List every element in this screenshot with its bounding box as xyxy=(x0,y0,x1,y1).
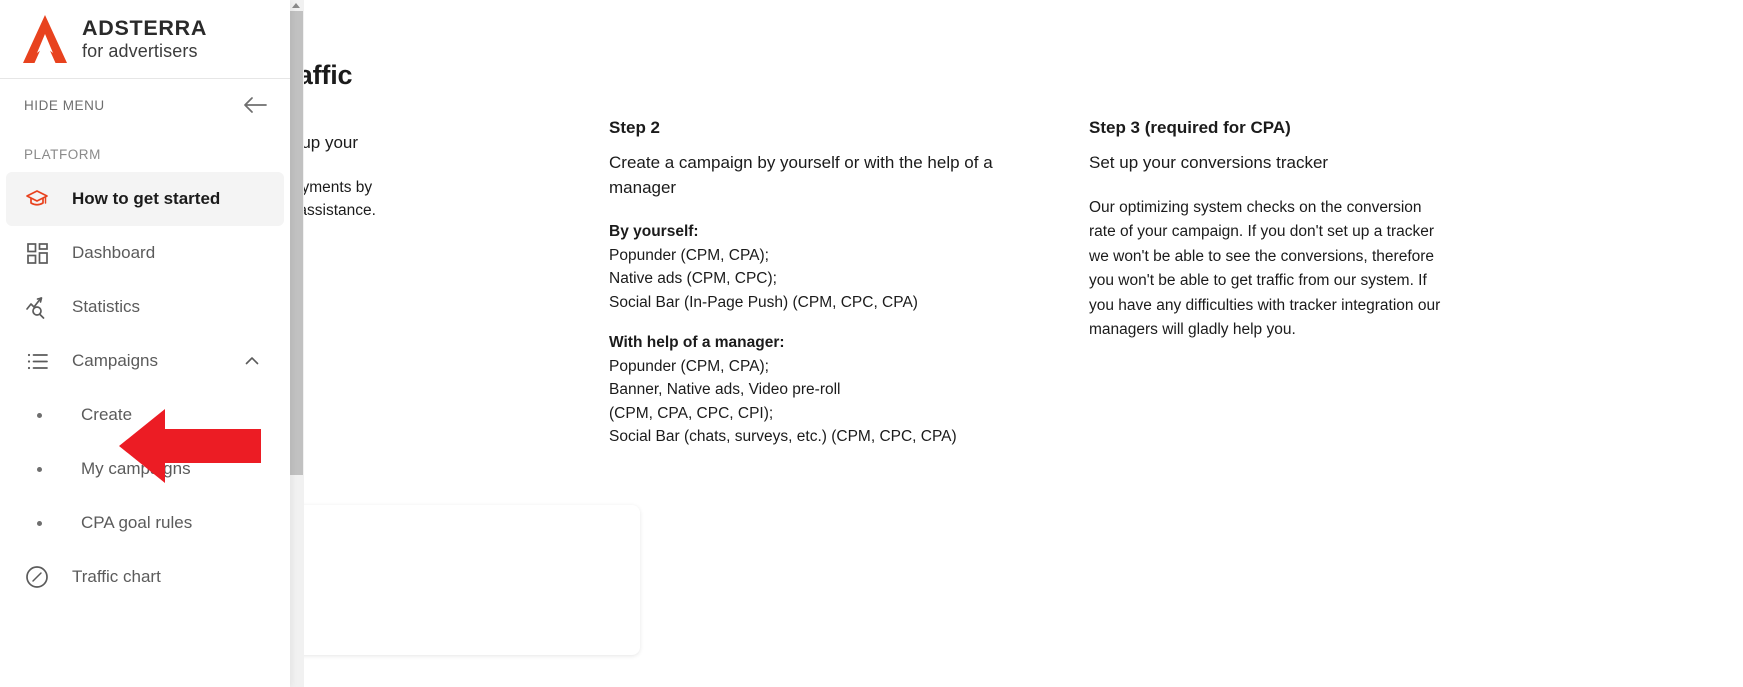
step-2-group1-title: By yourself: xyxy=(609,223,699,240)
step-2-label: Step 2 xyxy=(609,118,661,137)
sidebar-item-traffic-chart[interactable]: Traffic chart xyxy=(0,550,290,604)
step-2-heading: Create a campaign by yourself or with th… xyxy=(609,153,993,197)
bullet-dot-icon xyxy=(37,412,42,418)
chart-search-icon xyxy=(24,294,50,320)
sidebar-item-label: Traffic chart xyxy=(72,567,161,586)
graduation-cap-icon xyxy=(24,186,50,212)
sidebar-subitem-cpa-goal-rules[interactable]: CPA goal rules xyxy=(0,496,290,550)
sidebar-subitem-create[interactable]: Create xyxy=(0,388,290,442)
step-3-label: Step 3 (required for CPA) xyxy=(1089,118,1291,137)
step-column-3: Step 3 (required for CPA) Set up your co… xyxy=(1089,118,1489,449)
sidebar-item-dashboard[interactable]: Dashboard xyxy=(0,226,290,280)
brand-text: ADSTERRA for advertisers xyxy=(82,16,207,62)
sidebar-item-statistics[interactable]: Statistics xyxy=(0,280,290,334)
sidebar-section-label: PLATFORM xyxy=(24,147,101,162)
step-2-group2-title: With help of a manager: xyxy=(609,334,785,351)
app-window: start getting traffic ayment method and … xyxy=(0,0,1743,687)
hide-menu-label: HIDE MENU xyxy=(24,97,105,113)
sidebar-subitem-label: CPA goal rules xyxy=(81,513,193,532)
step-2-group2-line: Banner, Native ads, Video pre-roll xyxy=(609,381,841,398)
bullet-dot-icon xyxy=(37,520,42,526)
step-2-group2-line: Social Bar (chats, surveys, etc.) (CPM, … xyxy=(609,428,957,445)
brand-name: ADSTERRA xyxy=(82,16,208,40)
sidebar: ADSTERRA for advertisers HIDE MENU PLATF… xyxy=(0,0,290,687)
adsterra-logo-icon xyxy=(23,15,67,63)
step-2-group2-line: Popunder (CPM, CPA); xyxy=(609,357,769,375)
step-column-2: Step 2 Create a campaign by yourself or … xyxy=(609,118,1089,449)
steps-container: ayment method and top up your nods allow… xyxy=(118,118,1718,449)
sidebar-item-how-to-get-started[interactable]: How to get started xyxy=(6,172,284,226)
list-icon xyxy=(24,348,50,374)
sidebar-subitem-label: Create xyxy=(81,405,133,424)
sidebar-item-label: How to get started xyxy=(72,189,221,208)
hide-menu-button[interactable]: HIDE MENU xyxy=(0,79,290,131)
step-3-paragraph: Our optimizing system checks on the conv… xyxy=(1089,198,1441,339)
grid-squares-icon xyxy=(24,240,50,266)
step-2-group1-line: Popunder (CPM, CPA); xyxy=(609,246,769,264)
step-2-group2-line: (CPM, CPA, CPC, CPI); xyxy=(609,404,774,422)
sidebar-item-label: Statistics xyxy=(72,297,141,316)
scrollbar-thumb[interactable] xyxy=(290,11,303,475)
main-scrollbar[interactable] xyxy=(289,0,304,687)
arrow-left-icon xyxy=(244,97,267,113)
scroll-up-arrow-icon[interactable] xyxy=(289,0,304,10)
chevron-up-icon[interactable] xyxy=(244,353,260,369)
step-2-group1-line: Native ads (CPM, CPC); xyxy=(609,270,777,287)
sidebar-subitem-my-campaigns[interactable]: My campaigns xyxy=(0,442,290,496)
brand-subtitle: for advertisers xyxy=(82,41,198,61)
sidebar-item-label: Dashboard xyxy=(72,243,156,262)
compass-icon xyxy=(24,564,50,590)
sidebar-item-label: Campaigns xyxy=(72,351,158,370)
step-3-heading: Set up your conversions tracker xyxy=(1089,153,1329,172)
bullet-dot-icon xyxy=(37,466,42,472)
brand-logo-block[interactable]: ADSTERRA for advertisers xyxy=(0,0,290,78)
sidebar-subitem-label: My campaigns xyxy=(81,459,191,478)
step-2-group1-line: Social Bar (In-Page Push) (CPM, CPC, CPA… xyxy=(609,293,918,311)
sidebar-item-campaigns[interactable]: Campaigns xyxy=(0,334,290,388)
